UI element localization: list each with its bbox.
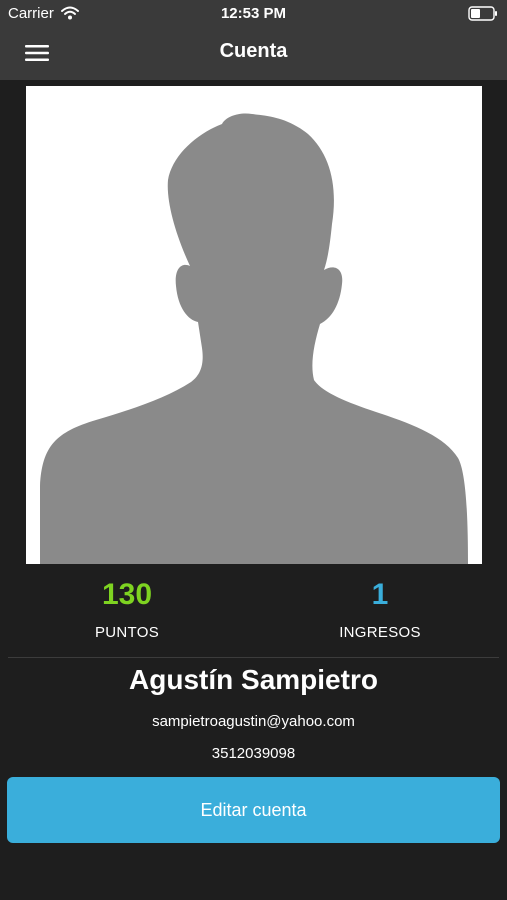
navigation-bar: Cuenta xyxy=(0,28,507,80)
points-label: PUNTOS xyxy=(94,624,160,641)
profile-photo xyxy=(26,86,482,564)
logins-stat: 1 INGRESOS xyxy=(280,574,480,641)
logins-label: INGRESOS xyxy=(339,624,421,641)
divider xyxy=(8,657,499,658)
points-value: 130 xyxy=(101,578,153,611)
logins-value: 1 xyxy=(371,578,389,611)
battery-icon xyxy=(468,6,498,26)
points-stat: 130 PUNTOS xyxy=(27,574,227,641)
user-name: Agustín Sampietro xyxy=(129,664,378,695)
avatar-silhouette-icon xyxy=(40,113,468,564)
user-phone: 3512039098 xyxy=(211,745,296,762)
clock: 12:53 PM xyxy=(220,5,287,22)
user-email: sampietroagustin@yahoo.com xyxy=(152,713,355,730)
page-title: Cuenta xyxy=(219,40,288,62)
status-bar: Carrier 12:53 PM xyxy=(0,0,507,28)
stats-row: 130 PUNTOS 1 INGRESOS xyxy=(0,574,507,654)
edit-account-button[interactable]: Editar cuenta xyxy=(7,777,500,843)
